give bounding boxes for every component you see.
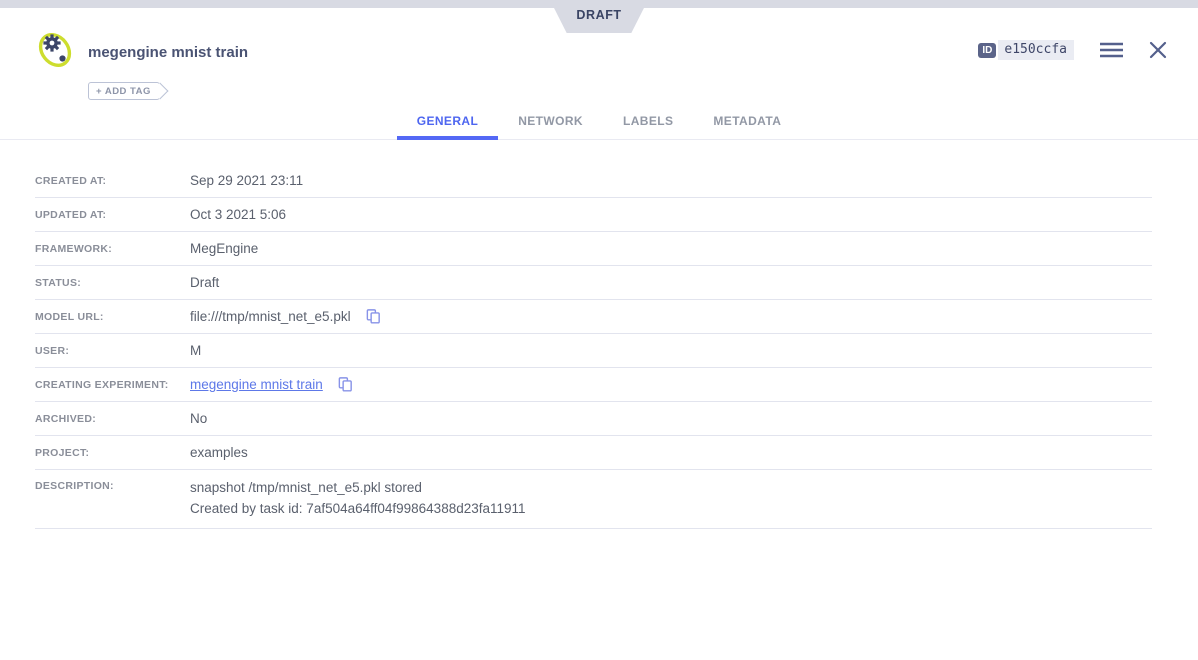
row-label: ARCHIVED:	[35, 413, 190, 425]
table-row-archived: ARCHIVED: No	[35, 402, 1152, 436]
close-icon[interactable]	[1149, 41, 1167, 59]
row-label: MODEL URL:	[35, 311, 190, 323]
status-ribbon: DRAFT	[550, 0, 648, 33]
row-label: DESCRIPTION:	[35, 477, 190, 492]
tab-general-label: GENERAL	[417, 114, 478, 128]
header-controls: ID e150ccfa	[978, 40, 1167, 60]
details-table: CREATED AT: Sep 29 2021 23:11 UPDATED AT…	[35, 164, 1152, 529]
row-label: STATUS:	[35, 277, 190, 289]
table-row-creating-experiment: CREATING EXPERIMENT: megengine mnist tra…	[35, 368, 1152, 402]
copy-icon[interactable]	[365, 308, 382, 325]
copy-icon[interactable]	[337, 376, 354, 393]
row-value: Oct 3 2021 5:06	[190, 207, 286, 222]
id-badge: ID e150ccfa	[978, 40, 1074, 60]
tab-network-label: NETWORK	[518, 114, 583, 128]
table-row-user: USER: M	[35, 334, 1152, 368]
model-details-panel: DRAFT megengine mnist	[0, 0, 1198, 660]
row-value: Draft	[190, 275, 219, 290]
tab-labels[interactable]: LABELS	[603, 102, 693, 139]
table-row-updated-at: UPDATED AT: Oct 3 2021 5:06	[35, 198, 1152, 232]
row-value: Sep 29 2021 23:11	[190, 173, 303, 188]
row-value: No	[190, 411, 207, 426]
table-row-project: PROJECT: examples	[35, 436, 1152, 470]
row-label: FRAMEWORK:	[35, 243, 190, 255]
description-line-1: snapshot /tmp/mnist_net_e5.pkl stored	[190, 477, 526, 498]
row-value: M	[190, 343, 201, 358]
page-title: megengine mnist train	[88, 44, 248, 61]
add-tag-tag-tip	[151, 83, 168, 100]
tab-metadata-label: METADATA	[713, 114, 781, 128]
add-tag-button[interactable]: + ADD TAG	[88, 82, 160, 100]
row-label: CREATING EXPERIMENT:	[35, 379, 190, 391]
add-tag-label: + ADD TAG	[96, 86, 151, 97]
row-value: MegEngine	[190, 241, 258, 256]
row-value: examples	[190, 445, 248, 460]
hamburger-menu-icon[interactable]	[1100, 42, 1123, 58]
table-row-description: DESCRIPTION: snapshot /tmp/mnist_net_e5.…	[35, 470, 1152, 529]
id-value[interactable]: e150ccfa	[998, 40, 1074, 60]
id-chip: ID	[978, 43, 996, 58]
model-gear-icon	[35, 27, 79, 73]
row-label: UPDATED AT:	[35, 209, 190, 221]
creating-experiment-link[interactable]: megengine mnist train	[190, 377, 323, 392]
row-label: PROJECT:	[35, 447, 190, 459]
row-label: USER:	[35, 345, 190, 357]
table-row-model-url: MODEL URL: file:///tmp/mnist_net_e5.pkl	[35, 300, 1152, 334]
tab-metadata[interactable]: METADATA	[693, 102, 801, 139]
table-row-framework: FRAMEWORK: MegEngine	[35, 232, 1152, 266]
tab-network[interactable]: NETWORK	[498, 102, 603, 139]
table-row-created-at: CREATED AT: Sep 29 2021 23:11	[35, 164, 1152, 198]
status-ribbon-label: DRAFT	[576, 8, 621, 22]
description-line-2: Created by task id: 7af504a64ff04f998643…	[190, 498, 526, 519]
table-row-status: STATUS: Draft	[35, 266, 1152, 300]
row-label: CREATED AT:	[35, 175, 190, 187]
tab-general[interactable]: GENERAL	[397, 102, 498, 139]
tab-bar: GENERAL NETWORK LABELS METADATA	[0, 102, 1198, 140]
model-url-value: file:///tmp/mnist_net_e5.pkl	[190, 309, 351, 324]
tab-labels-label: LABELS	[623, 114, 673, 128]
